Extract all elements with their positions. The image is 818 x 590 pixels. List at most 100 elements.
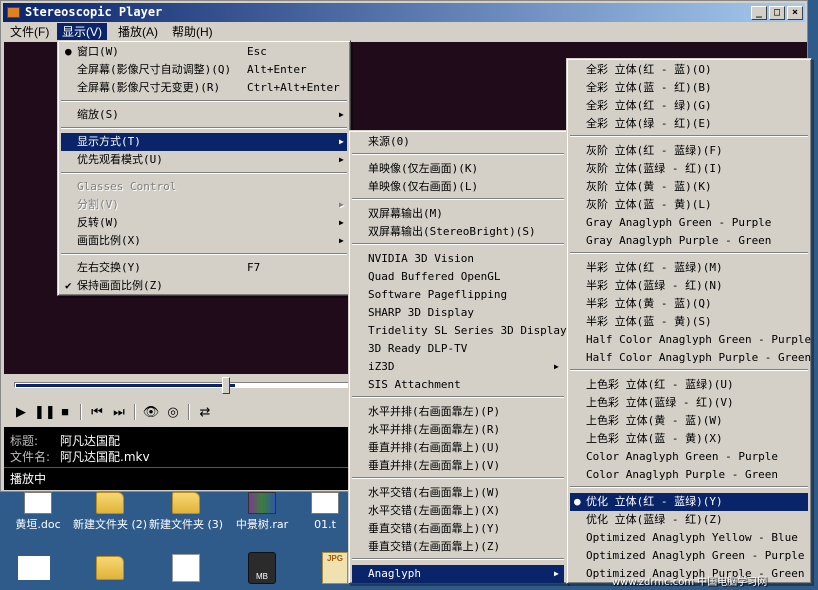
display-menu-item-x[interactable]: 水平交错(左画面靠上)(X)	[352, 502, 564, 520]
folder-icon	[172, 492, 200, 514]
anaglyph-menu-item-e[interactable]: 全彩 立体(绿 - 红)(E)	[570, 115, 808, 133]
menu-item-preferred-mode[interactable]: 优先观看模式(U) ▶	[61, 151, 347, 169]
anaglyph-menu-item-half-color-anaglyph-purple-green[interactable]: Half Color Anaglyph Purple - Green	[570, 349, 811, 367]
submenu-arrow-icon: ▶	[339, 137, 344, 146]
toolbar-separator	[188, 404, 190, 420]
seek-thumb[interactable]	[222, 377, 230, 394]
menu-item-fullscreen-fixed[interactable]: 全屏幕(影像尺寸无变更)(R) Ctrl+Alt+Enter	[61, 79, 347, 97]
blank-file-icon[interactable]	[18, 556, 50, 580]
display-menu-item-z[interactable]: 垂直交错(左画面靠上)(Z)	[352, 538, 564, 556]
minimize-button[interactable]: _	[751, 6, 767, 20]
window-title: Stereoscopic Player	[25, 5, 163, 19]
previous-icon[interactable]: ⏮	[88, 403, 106, 421]
display-menu-item-v[interactable]: 垂直并排(左画面靠上)(V)	[352, 457, 564, 475]
anaglyph-menu-item-color-anaglyph-green-purple[interactable]: Color Anaglyph Green - Purple	[570, 448, 808, 466]
desktop-icon-folder-3[interactable]: 新建文件夹 (3)	[148, 492, 224, 531]
menu-item-fullscreen-auto[interactable]: 全屏幕(影像尺寸自动调整)(Q) Alt+Enter	[61, 61, 347, 79]
display-menu-item-k[interactable]: 单映像(仅左画面)(K)	[352, 160, 564, 178]
anaglyph-menu-item-s[interactable]: 半彩 立体(蓝 - 黄)(S)	[570, 313, 808, 331]
mb-file-icon[interactable]: MB	[248, 552, 276, 584]
menu-item-swap-lr[interactable]: 左右交换(Y) F7	[61, 259, 347, 277]
menu-item-flip[interactable]: 反转(W) ▶	[61, 214, 347, 232]
anaglyph-menu-item-z[interactable]: 优化 立体(蓝绿 - 红)(Z)	[570, 511, 808, 529]
display-menu-item-m[interactable]: 双屏幕输出(M)	[352, 205, 564, 223]
anaglyph-menu-item-m[interactable]: 半彩 立体(红 - 蓝绿)(M)	[570, 259, 808, 277]
menu-separator	[352, 243, 564, 245]
title-bar[interactable]: Stereoscopic Player _ □ ×	[3, 3, 805, 22]
menu-file[interactable]: 文件(F)	[5, 23, 54, 41]
anaglyph-menu-item-v[interactable]: 上色彩 立体(蓝绿 - 红)(V)	[570, 394, 808, 412]
anaglyph-menu-item-b[interactable]: 全彩 立体(蓝 - 红)(B)	[570, 79, 808, 97]
submenu-arrow-icon: ▶	[339, 236, 344, 245]
display-menu-item-u[interactable]: 垂直并排(右画面靠上)(U)	[352, 439, 564, 457]
menu-play[interactable]: 播放(A)	[113, 23, 163, 41]
display-menu-item-software-pageflipping[interactable]: Software Pageflipping	[352, 286, 564, 304]
anaglyph-menu-item-optimized-anaglyph-yellow-blue[interactable]: Optimized Anaglyph Yellow - Blue	[570, 529, 808, 547]
display-menu-item-quad-buffered-opengl[interactable]: Quad Buffered OpenGL	[352, 268, 564, 286]
anaglyph-menu-item-gray-anaglyph-purple-green[interactable]: Gray Anaglyph Purple - Green	[570, 232, 808, 250]
anaglyph-menu-item-u[interactable]: 上色彩 立体(红 - 蓝绿)(U)	[570, 376, 808, 394]
menu-separator	[570, 252, 808, 254]
desktop-icon-doc[interactable]: 黄垣.doc	[0, 492, 76, 531]
glasses-icon[interactable]: ◎	[164, 403, 182, 421]
pause-icon[interactable]: ❚❚	[34, 403, 56, 421]
menu-separator	[352, 558, 564, 560]
anaglyph-menu-item-optimized-anaglyph-green-purple[interactable]: Optimized Anaglyph Green - Purple	[570, 547, 808, 565]
anaglyph-menu-item-i[interactable]: 灰阶 立体(蓝绿 - 红)(I)	[570, 160, 808, 178]
display-menu-item-w[interactable]: 水平交错(右画面靠上)(W)	[352, 484, 564, 502]
desktop-icon-rar[interactable]: 中景树.rar	[224, 492, 300, 531]
menu-separator	[352, 396, 564, 398]
display-menu-item-sis-attachment[interactable]: SIS Attachment	[352, 376, 564, 394]
display-menu-item-y[interactable]: 垂直交错(右画面靠上)(Y)	[352, 520, 564, 538]
maximize-button[interactable]: □	[769, 6, 785, 20]
next-icon[interactable]: ⏭	[110, 403, 128, 421]
submenu-arrow-icon: ▶	[554, 569, 559, 578]
menu-separator	[352, 198, 564, 200]
menu-item-window[interactable]: ● 窗口(W) Esc	[61, 43, 347, 61]
play-icon[interactable]: ▶	[12, 403, 30, 421]
anaglyph-menu-item-q[interactable]: 半彩 立体(黄 - 蓝)(Q)	[570, 295, 808, 313]
anaglyph-menu-item-gray-anaglyph-green-purple[interactable]: Gray Anaglyph Green - Purple	[570, 214, 808, 232]
menu-help[interactable]: 帮助(H)	[167, 23, 218, 41]
swap-icon[interactable]: ⇄	[196, 403, 214, 421]
anaglyph-menu-item-color-anaglyph-purple-green[interactable]: Color Anaglyph Purple - Green	[570, 466, 808, 484]
menu-view[interactable]: 显示(V)	[57, 23, 107, 41]
display-menu-item-anaglyph[interactable]: Anaglyph ▶	[352, 565, 564, 583]
close-button[interactable]: ×	[787, 6, 803, 20]
stop-icon[interactable]: ■	[56, 403, 74, 421]
display-menu-item-3d-ready-dlp-tv[interactable]: 3D Ready DLP-TV	[352, 340, 564, 358]
display-menu-item-0[interactable]: 来源(0)	[352, 133, 564, 151]
anaglyph-menu-item-x[interactable]: 上色彩 立体(蓝 - 黄)(X)	[570, 430, 808, 448]
menu-separator	[570, 135, 808, 137]
folder-icon[interactable]	[96, 556, 124, 580]
display-menu-item-iz3d[interactable]: iZ3D ▶	[352, 358, 564, 376]
display-menu-item-l[interactable]: 单映像(仅右画面)(L)	[352, 178, 564, 196]
anaglyph-menu-item-f[interactable]: 灰阶 立体(红 - 蓝绿)(F)	[570, 142, 808, 160]
display-menu-item-tridelity-sl-series-3d-display[interactable]: Tridelity SL Series 3D Display	[352, 322, 567, 340]
toolbar-separator	[80, 404, 82, 420]
menu-item-keep-aspect[interactable]: ✔ 保持画面比例(Z)	[61, 277, 347, 295]
anaglyph-menu-item-w[interactable]: 上色彩 立体(黄 - 蓝)(W)	[570, 412, 808, 430]
jpg-file-icon[interactable]: JPG	[322, 552, 348, 584]
video-file-icon	[311, 492, 339, 514]
desktop-icon-folder-2[interactable]: 新建文件夹 (2)	[72, 492, 148, 531]
anaglyph-menu-item-g[interactable]: 全彩 立体(红 - 绿)(G)	[570, 97, 808, 115]
display-menu-item-stereobright-s[interactable]: 双屏幕输出(StereoBright)(S)	[352, 223, 564, 241]
display-menu-item-p[interactable]: 水平并排(右画面靠左)(P)	[352, 403, 564, 421]
menu-separator	[61, 100, 347, 102]
menu-item-aspect-ratio[interactable]: 画面比例(X) ▶	[61, 232, 347, 250]
anaglyph-menu-item-k[interactable]: 灰阶 立体(黄 - 蓝)(K)	[570, 178, 808, 196]
eye-icon[interactable]: 👁	[142, 403, 160, 421]
menu-item-display-mode[interactable]: 显示方式(T) ▶	[61, 133, 347, 151]
shortcut-document-icon[interactable]	[172, 554, 200, 582]
anaglyph-menu-item-y[interactable]: ● 优化 立体(红 - 蓝绿)(Y)	[570, 493, 808, 511]
desktop-icon-ts[interactable]: 01.t	[300, 492, 350, 531]
display-menu-item-nvidia-3d-vision[interactable]: NVIDIA 3D Vision	[352, 250, 564, 268]
menu-item-zoom[interactable]: 缩放(S) ▶	[61, 106, 347, 124]
anaglyph-menu-item-l[interactable]: 灰阶 立体(蓝 - 黄)(L)	[570, 196, 808, 214]
anaglyph-menu-item-half-color-anaglyph-green-purple[interactable]: Half Color Anaglyph Green - Purple	[570, 331, 811, 349]
display-menu-item-sharp-3d-display[interactable]: SHARP 3D Display	[352, 304, 564, 322]
anaglyph-menu-item-n[interactable]: 半彩 立体(蓝绿 - 红)(N)	[570, 277, 808, 295]
display-menu-item-r[interactable]: 水平并排(左画面靠左)(R)	[352, 421, 564, 439]
anaglyph-menu-item-o[interactable]: 全彩 立体(红 - 蓝)(O)	[570, 61, 808, 79]
